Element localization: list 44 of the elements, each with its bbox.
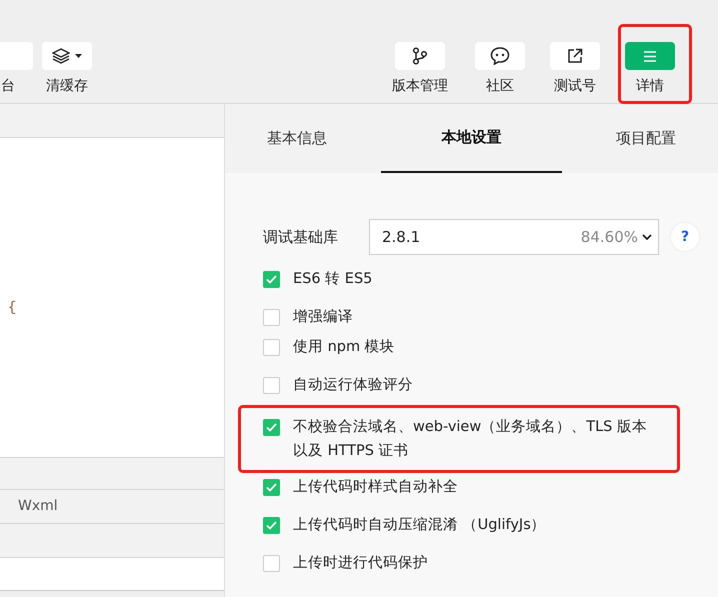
option-label: 上传时进行代码保护 xyxy=(293,554,428,573)
toolbar-button[interactable] xyxy=(475,42,525,70)
option-label: 增强编译 xyxy=(293,308,353,327)
branch-icon xyxy=(412,47,428,65)
layers-icon xyxy=(52,48,70,64)
checkbox[interactable] xyxy=(263,517,280,534)
toolbar-label: 测试号 xyxy=(554,77,596,96)
external-link-icon xyxy=(567,48,583,64)
toolbar-label: 详情 xyxy=(636,77,664,96)
toolbar-label: 版本管理 xyxy=(392,77,448,96)
toolbar-label: 社区 xyxy=(486,77,514,96)
chevron-down-icon xyxy=(642,234,652,240)
library-select[interactable]: 2.8.1 84.60% xyxy=(369,219,659,255)
settings-tab[interactable]: 本地设置 xyxy=(381,104,562,173)
toolbar-button[interactable] xyxy=(42,42,92,70)
settings-tab[interactable]: 基本信息 xyxy=(225,104,370,173)
checkbox[interactable] xyxy=(263,339,280,356)
checkbox[interactable] xyxy=(263,555,280,572)
option-label: 使用 npm 模块 xyxy=(293,338,395,357)
code-text: { xyxy=(8,299,16,318)
option-label: 自动运行体验评分 xyxy=(293,376,413,395)
menu-icon xyxy=(644,50,656,62)
settings-tab[interactable]: 项目配置 xyxy=(574,104,718,173)
checkbox[interactable] xyxy=(263,271,280,288)
toolbar-label: 台 xyxy=(1,77,15,96)
help-button[interactable]: ? xyxy=(671,223,699,251)
check-icon xyxy=(266,483,277,492)
option-label: 不校验合法域名、web-view（业务域名）、TLS 版本以及 HTTPS 证书 xyxy=(293,418,648,461)
toolbar-button[interactable] xyxy=(550,42,600,70)
checkbox[interactable] xyxy=(263,309,280,326)
library-label: 调试基础库 xyxy=(263,226,339,248)
option-label: ES6 转 ES5 xyxy=(293,270,372,289)
check-icon xyxy=(266,521,277,530)
checkbox[interactable] xyxy=(263,479,280,496)
check-icon xyxy=(266,275,277,284)
panel-tab[interactable]: Wxml xyxy=(18,496,58,517)
toolbar-label: 清缓存 xyxy=(46,77,88,96)
option-label: 上传代码时自动压缩混淆 （UglifyJs） xyxy=(293,516,546,535)
chat-bubble-icon xyxy=(490,47,510,65)
check-icon xyxy=(266,423,277,432)
toolbar-button[interactable] xyxy=(395,42,445,70)
checkbox[interactable] xyxy=(263,419,280,436)
checkbox[interactable] xyxy=(263,377,280,394)
option-label: 上传代码时样式自动补全 xyxy=(293,478,458,497)
